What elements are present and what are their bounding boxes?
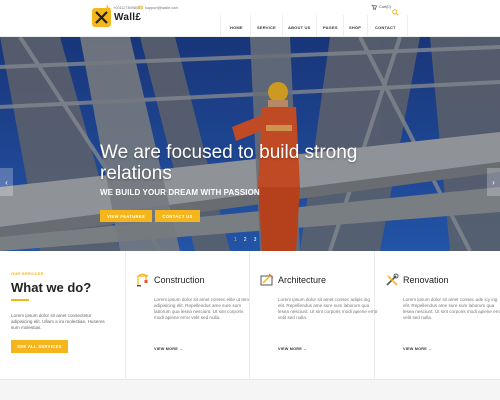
nav-about-us[interactable]: ABOUT US	[288, 25, 311, 30]
hero-subtitle: WE BUILD YOUR DREAM WITH PASSION	[100, 188, 260, 197]
view-more-link[interactable]: VIEW MORE →	[278, 347, 307, 351]
services-intro-text: Lorem ipsum dolor sit amet consectetur a…	[11, 313, 105, 330]
service-header: Architecture	[260, 273, 326, 287]
cart-label: Cart(0)	[379, 5, 391, 9]
nav-shop[interactable]: SHOP	[349, 25, 361, 30]
next-slide-button[interactable]: ›	[487, 168, 500, 196]
cart-link[interactable]: Cart(0)	[371, 4, 391, 10]
view-features-button[interactable]: VIEW FEATURES	[100, 210, 152, 222]
service-header: Renovation	[385, 273, 449, 287]
view-more-link[interactable]: VIEW MORE →	[154, 347, 183, 351]
chevron-left-icon: ‹	[5, 177, 8, 187]
chevron-right-icon: ›	[492, 177, 495, 187]
nav-home[interactable]: HOME	[230, 25, 243, 30]
nav-service[interactable]: SERVICE	[257, 25, 276, 30]
service-title: Construction	[154, 275, 205, 285]
tools-icon	[386, 273, 399, 286]
hero-slider: We are focused to build strong relations…	[0, 37, 500, 251]
cart-icon	[371, 4, 377, 10]
services-heading: What we do?	[11, 280, 92, 295]
blueprint-icon	[260, 273, 274, 286]
view-more-label: VIEW MORE	[278, 347, 302, 351]
see-all-services-button[interactable]: SEE ALL SERVICES	[11, 340, 68, 353]
email-icon	[138, 5, 143, 10]
phone-icon	[106, 5, 111, 10]
email-info: support@walle.com	[138, 5, 178, 10]
service-header: Construction	[136, 273, 205, 287]
arrow-right-icon: →	[179, 347, 184, 351]
nav-pages[interactable]: PAGES	[323, 25, 338, 30]
crane-icon	[137, 273, 149, 287]
contact-us-button[interactable]: CONTACT US	[155, 210, 200, 222]
search-icon	[392, 9, 399, 16]
services-section: OUR SERVICES What we do? Lorem ipsum dol…	[0, 251, 500, 380]
services-label: OUR SERVICES	[11, 271, 44, 276]
service-card-architecture: Architecture Lorem ipsum dolor sit amet …	[250, 251, 378, 380]
page: Wall£ +0011278098081 support@walle.com C…	[0, 0, 500, 400]
service-card-construction: Construction Lorem ipsum dolor sit amet …	[126, 251, 250, 380]
page-bottom-strip	[0, 380, 500, 400]
phone-info: +0011278098081	[106, 5, 142, 10]
view-more-label: VIEW MORE	[154, 347, 178, 351]
service-card-renovation: Renovation Lorem ipsum dolor sit amet co…	[375, 251, 500, 380]
arrow-right-icon: →	[303, 347, 308, 351]
service-description: Lorem ipsum dolor sit amet consec elite …	[154, 297, 249, 320]
heading-underline	[11, 299, 29, 301]
logo-text: Wall£	[114, 12, 142, 23]
email-address[interactable]: support@walle.com	[145, 6, 178, 10]
slide-dot-1[interactable]: 1	[234, 237, 237, 243]
service-description: Lorem ipsum dolor sit amet consec adipis…	[278, 297, 378, 320]
view-more-link[interactable]: VIEW MORE →	[403, 347, 432, 351]
services-intro: OUR SERVICES What we do? Lorem ipsum dol…	[0, 251, 126, 380]
nav-contact[interactable]: CONTACT	[375, 25, 396, 30]
slider-pagination: 1 2 3	[234, 237, 256, 243]
site-header: Wall£ +0011278098081 support@walle.com C…	[0, 0, 500, 37]
logo-icon	[92, 8, 111, 27]
slide-dot-2[interactable]: 2	[244, 237, 247, 243]
arrow-right-icon: →	[428, 347, 433, 351]
hero-title: We are focused to build strong relations	[100, 142, 358, 184]
service-title: Renovation	[403, 275, 449, 285]
view-more-label: VIEW MORE	[403, 347, 427, 351]
logo[interactable]: Wall£	[92, 8, 141, 27]
prev-slide-button[interactable]: ‹	[0, 168, 13, 196]
search-button[interactable]	[392, 3, 399, 21]
slide-dot-3[interactable]: 3	[254, 237, 257, 243]
service-description: Lorem ipsum dolor sit amet consec ade ic…	[403, 297, 500, 320]
service-title: Architecture	[278, 275, 327, 285]
